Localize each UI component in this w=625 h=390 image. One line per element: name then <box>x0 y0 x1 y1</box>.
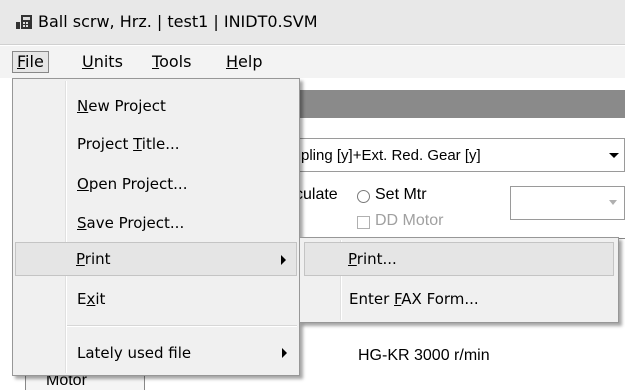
menu-item-project-title[interactable]: Project Title... <box>15 127 297 161</box>
submenu-item-enter-fax-form[interactable]: Enter FAX Form... <box>304 282 614 316</box>
label-accel: O <box>77 175 89 193</box>
label-post: rint <box>84 250 111 268</box>
print-submenu: Print... Enter FAX Form... <box>299 237 619 323</box>
label-accel: T <box>133 135 142 153</box>
menu-item-open-project[interactable]: Open Project... <box>15 167 297 201</box>
menu-file-accel: F <box>17 52 26 71</box>
label-accel: N <box>77 97 89 115</box>
calc-options: culate Set Mtr DD Motor <box>295 186 625 236</box>
window-title: Ball scrw, Hrz. | test1 | INIDT0.SVM <box>38 12 318 31</box>
menu-item-lately-used-label: Lately used file <box>77 336 191 370</box>
label-accel: S <box>77 214 87 232</box>
label-post: AX Form... <box>401 290 479 308</box>
label-post: ew Project <box>88 97 166 115</box>
label-post: rint... <box>356 250 397 268</box>
menu-item-lately-used-file[interactable]: Lately used file <box>15 336 297 370</box>
menu-units[interactable]: Units <box>78 51 127 73</box>
menu-item-print-label: Print <box>76 243 111 275</box>
set-mtr-radio[interactable] <box>357 190 370 203</box>
label-pre: Project <box>77 135 134 153</box>
label-accel: P <box>76 250 85 268</box>
motor-info: HG-KR 3000 r/min <box>358 347 490 364</box>
label-post: it <box>95 290 106 308</box>
submenu-item-print[interactable]: Print... <box>304 242 614 276</box>
dd-motor-label: DD Motor <box>375 212 444 229</box>
chevron-down-icon <box>609 200 617 205</box>
menu-tools[interactable]: Tools <box>148 51 195 73</box>
config-combo[interactable]: pling [y]+Ext. Red. Gear [y] <box>292 138 625 172</box>
motor-select[interactable] <box>510 186 625 220</box>
menu-tools-rest: ools <box>159 52 192 71</box>
submenu-arrow-icon <box>282 348 287 358</box>
label-pre: Enter <box>349 290 395 308</box>
menu-item-exit-label: Exit <box>77 282 105 316</box>
chevron-down-icon <box>609 153 619 158</box>
calculate-label: culate <box>295 186 338 203</box>
menu-item-save-project[interactable]: Save Project... <box>15 206 297 240</box>
menu-units-rest: nits <box>93 52 123 71</box>
menu-item-project-title-label: Project Title... <box>77 127 180 161</box>
menu-help-rest: elp <box>238 52 263 71</box>
config-combo-value: pling [y]+Ext. Red. Gear [y] <box>301 147 481 164</box>
submenu-item-print-label: Print... <box>348 243 397 275</box>
menu-bar: File Units Tools Help <box>0 46 625 78</box>
menu-help[interactable]: Help <box>222 51 266 73</box>
menu-item-print[interactable]: Print <box>15 242 297 276</box>
menu-separator <box>67 325 297 327</box>
menu-file[interactable]: File <box>12 51 49 73</box>
app-icon <box>16 15 32 29</box>
menu-item-exit[interactable]: Exit <box>15 282 297 316</box>
title-bar: Ball scrw, Hrz. | test1 | INIDT0.SVM <box>0 0 625 45</box>
menu-tools-accel: T <box>152 52 160 71</box>
header-band <box>300 90 625 118</box>
label-post: pen Project... <box>88 175 188 193</box>
menu-item-open-project-label: Open Project... <box>77 167 187 201</box>
menu-units-accel: U <box>82 52 94 71</box>
dd-motor-checkbox[interactable] <box>357 216 370 229</box>
label-post: itle... <box>141 135 180 153</box>
submenu-arrow-icon <box>281 255 286 265</box>
menu-help-accel: H <box>226 52 239 71</box>
file-menu-dropdown: New Project Project Title... Open Projec… <box>12 78 300 376</box>
label-pre: Lately used file <box>77 344 192 362</box>
menu-file-rest: ile <box>25 52 44 71</box>
label-post: ave Project... <box>86 214 185 232</box>
menu-item-new-project[interactable]: New Project <box>15 89 297 123</box>
label-accel: P <box>348 250 357 268</box>
menu-item-new-project-label: New Project <box>77 89 166 123</box>
submenu-item-fax-label: Enter FAX Form... <box>349 282 479 316</box>
menu-item-save-project-label: Save Project... <box>77 206 184 240</box>
set-mtr-label: Set Mtr <box>375 186 427 203</box>
